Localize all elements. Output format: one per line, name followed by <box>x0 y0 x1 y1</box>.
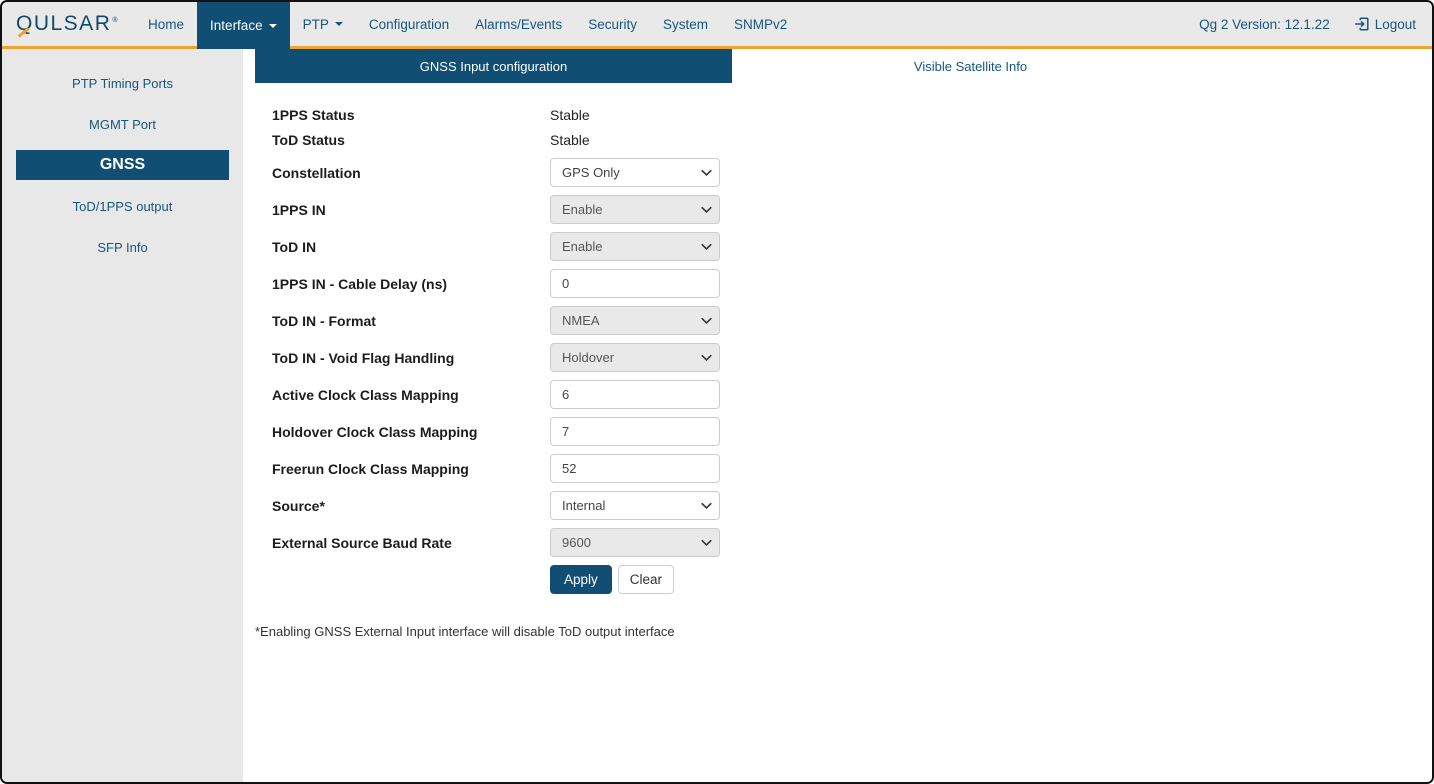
1pps-in-cable-delay-ns-input[interactable] <box>550 269 720 298</box>
constellation-select-wrap: GPS Only <box>550 158 720 187</box>
form-row-holdover-clock-class-mapping: Holdover Clock Class Mapping <box>272 417 1432 446</box>
active-clock-class-mapping-input-wrap <box>550 380 720 409</box>
gnss-tabs: GNSS Input configurationVisible Satellit… <box>255 49 1209 83</box>
sidebar-item-tod-1pps-output[interactable]: ToD/1PPS output <box>2 186 243 227</box>
device-version-label: Qg 2 Version: 12.1.22 <box>1199 17 1330 32</box>
nav-item-security[interactable]: Security <box>575 2 650 46</box>
form-row-1pps-in-cable-delay-ns: 1PPS IN - Cable Delay (ns) <box>272 269 1432 298</box>
nav-item-label: PTP <box>303 17 329 32</box>
nav-item-alarms-events[interactable]: Alarms/Events <box>462 2 575 46</box>
interface-sidebar: PTP Timing PortsMGMT Port GNSS ToD/1PPS ou… <box>2 49 243 782</box>
freerun-clock-class-mapping-input-wrap <box>550 454 720 483</box>
sidebar-item-sfp-info[interactable]: SFP Info <box>2 227 243 268</box>
tod-in-void-flag-handling-select: Holdover <box>550 343 720 372</box>
nav-item-label: Interface <box>210 18 263 33</box>
form-row-tod-in: ToD INEnable <box>272 232 1432 261</box>
1pps-in-select: Enable <box>550 195 720 224</box>
chevron-down-icon <box>335 22 343 26</box>
top-navbar: QULSAR ® Home Interface PTP Configuration Al… <box>2 2 1432 49</box>
logout-label: Logout <box>1375 17 1416 32</box>
nav-item-ptp[interactable]: PTP <box>290 2 356 46</box>
holdover-clock-class-mapping-input-wrap <box>550 417 720 446</box>
tod-status-label: ToD Status <box>272 132 550 148</box>
form-row-tod-status: ToD StatusStable <box>272 127 1432 152</box>
logout-button[interactable]: Logout <box>1354 16 1416 32</box>
holdover-clock-class-mapping-label: Holdover Clock Class Mapping <box>272 424 550 440</box>
source-select-wrap: Internal <box>550 491 720 520</box>
tab-gnss-input-configuration[interactable]: GNSS Input configuration <box>255 49 732 83</box>
1pps-in-label: 1PPS IN <box>272 202 550 218</box>
constellation-label: Constellation <box>272 165 550 181</box>
form-row-constellation: ConstellationGPS Only <box>272 158 1432 187</box>
external-source-baud-rate-select: 9600 <box>550 528 720 557</box>
chevron-down-icon <box>269 24 277 28</box>
holdover-clock-class-mapping-input[interactable] <box>550 417 720 446</box>
freerun-clock-class-mapping-input[interactable] <box>550 454 720 483</box>
tod-in-format-select-wrap: NMEA <box>550 306 720 335</box>
form-row-tod-in-void-flag-handling: ToD IN - Void Flag HandlingHoldover <box>272 343 1432 372</box>
qulsar-logo-text: QULSAR <box>16 12 111 36</box>
tod-in-format-label: ToD IN - Format <box>272 313 550 329</box>
nav-item-interface[interactable]: Interface <box>197 2 290 49</box>
freerun-clock-class-mapping-label: Freerun Clock Class Mapping <box>272 461 550 477</box>
form-row-source: Source*Internal <box>272 491 1432 520</box>
active-clock-class-mapping-input[interactable] <box>550 380 720 409</box>
main-content: GNSS Input configurationVisible Satellit… <box>243 49 1432 782</box>
source-select[interactable]: Internal <box>550 491 720 520</box>
form-row-tod-in-format: ToD IN - FormatNMEA <box>272 306 1432 335</box>
1pps-in-select-wrap: Enable <box>550 195 720 224</box>
form-row-active-clock-class-mapping: Active Clock Class Mapping <box>272 380 1432 409</box>
nav-item-label: SNMPv2 <box>734 17 787 32</box>
tod-in-void-flag-handling-select-wrap: Holdover <box>550 343 720 372</box>
app-window: QULSAR ® Home Interface PTP Configuration Al… <box>0 0 1434 784</box>
sidebar-item-gnss[interactable]: GNSS <box>16 150 229 180</box>
registered-mark: ® <box>112 17 119 24</box>
external-source-baud-rate-label: External Source Baud Rate <box>272 535 550 551</box>
1pps-in-cable-delay-ns-input-wrap <box>550 269 720 298</box>
tod-in-select: Enable <box>550 232 720 261</box>
tab-visible-satellite-info[interactable]: Visible Satellite Info <box>732 49 1209 83</box>
form-rows: 1PPS StatusStableToD StatusStableConstel… <box>272 102 1432 594</box>
source-label: Source* <box>272 498 550 514</box>
sidebar-item-mgmt-port[interactable]: MGMT Port <box>2 104 243 145</box>
navbar-items: Home Interface PTP Configuration Alarms/Even… <box>135 2 800 46</box>
1pps-in-cable-delay-ns-label: 1PPS IN - Cable Delay (ns) <box>272 276 550 292</box>
apply-button[interactable]: Apply <box>550 565 612 594</box>
form-row-freerun-clock-class-mapping: Freerun Clock Class Mapping <box>272 454 1432 483</box>
sidebar-item-ptp-timing-ports[interactable]: PTP Timing Ports <box>2 63 243 104</box>
external-source-baud-rate-select-wrap: 9600 <box>550 528 720 557</box>
navbar-right: Qg 2 Version: 12.1.22 Logout <box>1199 2 1432 46</box>
nav-item-home[interactable]: Home <box>135 2 197 46</box>
form-row-1pps-in: 1PPS INEnable <box>272 195 1432 224</box>
nav-item-system[interactable]: System <box>650 2 721 46</box>
nav-item-configuration[interactable]: Configuration <box>356 2 462 46</box>
clear-button[interactable]: Clear <box>618 565 674 594</box>
constellation-select[interactable]: GPS Only <box>550 158 720 187</box>
nav-item-label: Home <box>148 17 184 32</box>
1pps-status-value: Stable <box>550 107 590 123</box>
nav-item-label: Alarms/Events <box>475 17 562 32</box>
form-row-external-source-baud-rate: External Source Baud Rate9600 <box>272 528 1432 557</box>
nav-item-label: Configuration <box>369 17 449 32</box>
tod-in-label: ToD IN <box>272 239 550 255</box>
form-row-1pps-status: 1PPS StatusStable <box>272 102 1432 127</box>
nav-item-label: System <box>663 17 708 32</box>
nav-item-snmpv2[interactable]: SNMPv2 <box>721 2 800 46</box>
qulsar-logo[interactable]: QULSAR ® <box>2 2 135 46</box>
form-row-buttons: ApplyClear <box>272 565 1432 594</box>
gnss-input-form: 1PPS StatusStableToD StatusStableConstel… <box>243 83 1432 639</box>
tod-in-select-wrap: Enable <box>550 232 720 261</box>
tod-in-format-select: NMEA <box>550 306 720 335</box>
logout-icon <box>1354 16 1370 32</box>
form-buttons: ApplyClear <box>550 565 674 594</box>
tod-in-void-flag-handling-label: ToD IN - Void Flag Handling <box>272 350 550 366</box>
nav-item-label: Security <box>588 17 637 32</box>
1pps-status-label: 1PPS Status <box>272 107 550 123</box>
tod-status-value: Stable <box>550 132 590 148</box>
active-clock-class-mapping-label: Active Clock Class Mapping <box>272 387 550 403</box>
form-footnote: *Enabling GNSS External Input interface … <box>255 624 1432 639</box>
